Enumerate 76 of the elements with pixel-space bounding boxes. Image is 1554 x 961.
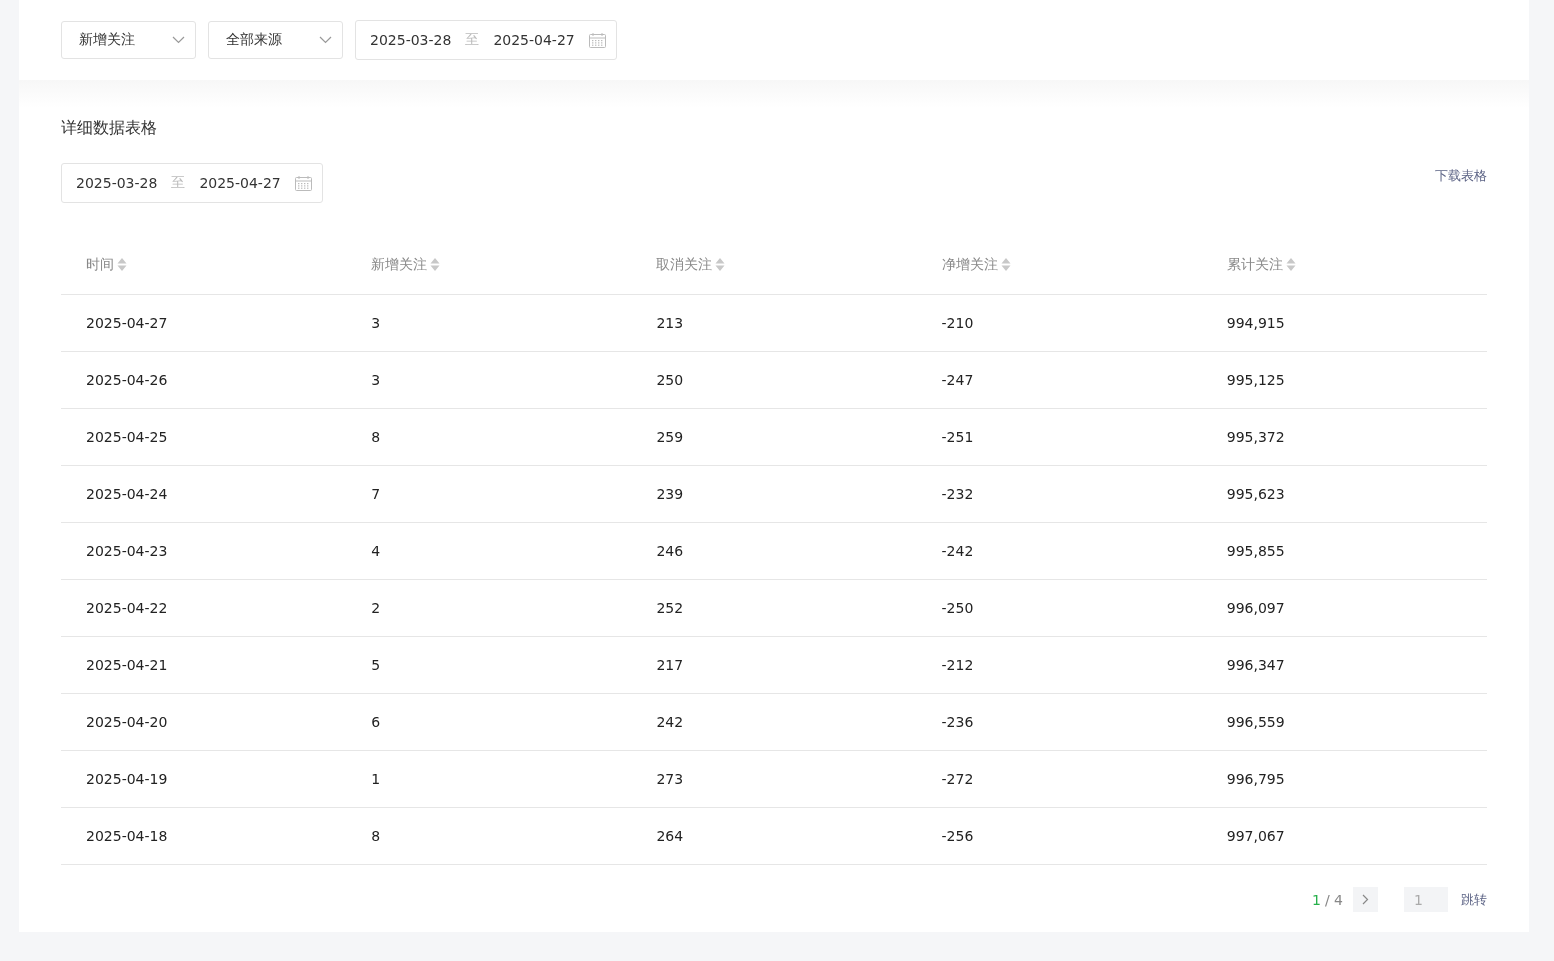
table-cell: -242 [941,543,974,559]
table-cell: 3 [371,315,381,331]
table-cell: -250 [941,600,974,616]
table-cell: 995,125 [1226,372,1285,388]
table-cell: 997,067 [1226,828,1285,844]
table-cell: -247 [941,372,974,388]
table-cell: 2025-04-24 [86,486,168,502]
table-cell: 995,855 [1226,543,1285,559]
sort-icon[interactable] [117,257,127,272]
column-header[interactable]: 新增关注 [371,255,428,274]
table-cell: 996,795 [1226,771,1285,787]
table-cell: 8 [371,828,381,844]
table-cell: 995,623 [1226,486,1285,502]
chevron-down-icon [319,36,332,44]
table-cell: -251 [941,429,974,445]
table-cell: 2025-04-19 [86,771,168,787]
sort-icon[interactable] [1000,257,1011,272]
date-range-picker[interactable]: 2025-03-28 至 2025-04-27 [61,163,323,203]
table-cell: 259 [656,429,684,445]
section-title: 详细数据表格 [61,118,158,139]
table-cell: 2025-04-20 [86,714,168,730]
table-cell: 6 [371,714,381,730]
download-link[interactable]: 下载表格 [1435,167,1487,185]
table-cell: 2025-04-22 [86,600,168,616]
dropdown-select[interactable]: 全部来源 [208,21,343,59]
chevron-down-icon [172,36,185,44]
current-page: 1 [1312,891,1321,908]
table-cell: 252 [656,600,684,616]
table-cell: 1 [371,771,381,787]
table-cell: 994,915 [1226,315,1285,331]
column-header[interactable]: 累计关注 [1226,255,1283,274]
column-header[interactable]: 取消关注 [656,255,713,274]
date-range-picker[interactable]: 2025-03-28 至 2025-04-27 [355,20,617,60]
table-cell: 264 [656,828,684,844]
table-cell: -210 [941,315,974,331]
table-cell: -272 [941,771,974,787]
column-header[interactable]: 净增关注 [941,255,998,274]
sort-icon[interactable] [430,257,441,272]
table-cell: 213 [656,315,684,331]
table-cell: 239 [656,486,684,502]
sort-icon[interactable] [715,257,726,272]
table-cell: -212 [941,657,974,673]
table-cell: 996,097 [1226,600,1285,616]
table-cell: 2025-04-23 [86,543,168,559]
page-total: / 4 [1324,891,1343,908]
table-cell: 7 [371,486,381,502]
table-cell: 996,559 [1226,714,1285,730]
chevron-right-icon [1362,894,1369,905]
table-cell: 2025-04-21 [86,657,168,673]
calendar-icon [588,32,606,48]
table-cell: 217 [656,657,684,673]
table-cell: -256 [941,828,974,844]
table-cell: 242 [656,714,684,730]
column-header[interactable]: 时间 [86,255,114,274]
table-cell: 2025-04-27 [86,315,168,331]
sort-icon[interactable] [1285,257,1296,272]
next-page-button[interactable] [1353,887,1378,912]
table-cell: 5 [371,657,381,673]
calendar-icon [294,175,312,191]
jump-link[interactable]: 跳转 [1461,890,1487,909]
page-input[interactable]: 1 [1404,887,1448,912]
table-cell: 2 [371,600,381,616]
dropdown-select[interactable]: 新增关注 [61,21,196,59]
table-cell: 995,372 [1226,429,1285,445]
table-cell: 250 [656,372,684,388]
table-cell: 2025-04-26 [86,372,168,388]
table-cell: 246 [656,543,684,559]
table-cell: 4 [371,543,381,559]
table-cell: 8 [371,429,381,445]
table-cell: 996,347 [1226,657,1285,673]
table-cell: 3 [371,372,381,388]
table-cell: -232 [941,486,974,502]
table-cell: 2025-04-25 [86,429,168,445]
table-cell: 2025-04-18 [86,828,168,844]
table-cell: -236 [941,714,974,730]
table-cell: 273 [656,771,684,787]
